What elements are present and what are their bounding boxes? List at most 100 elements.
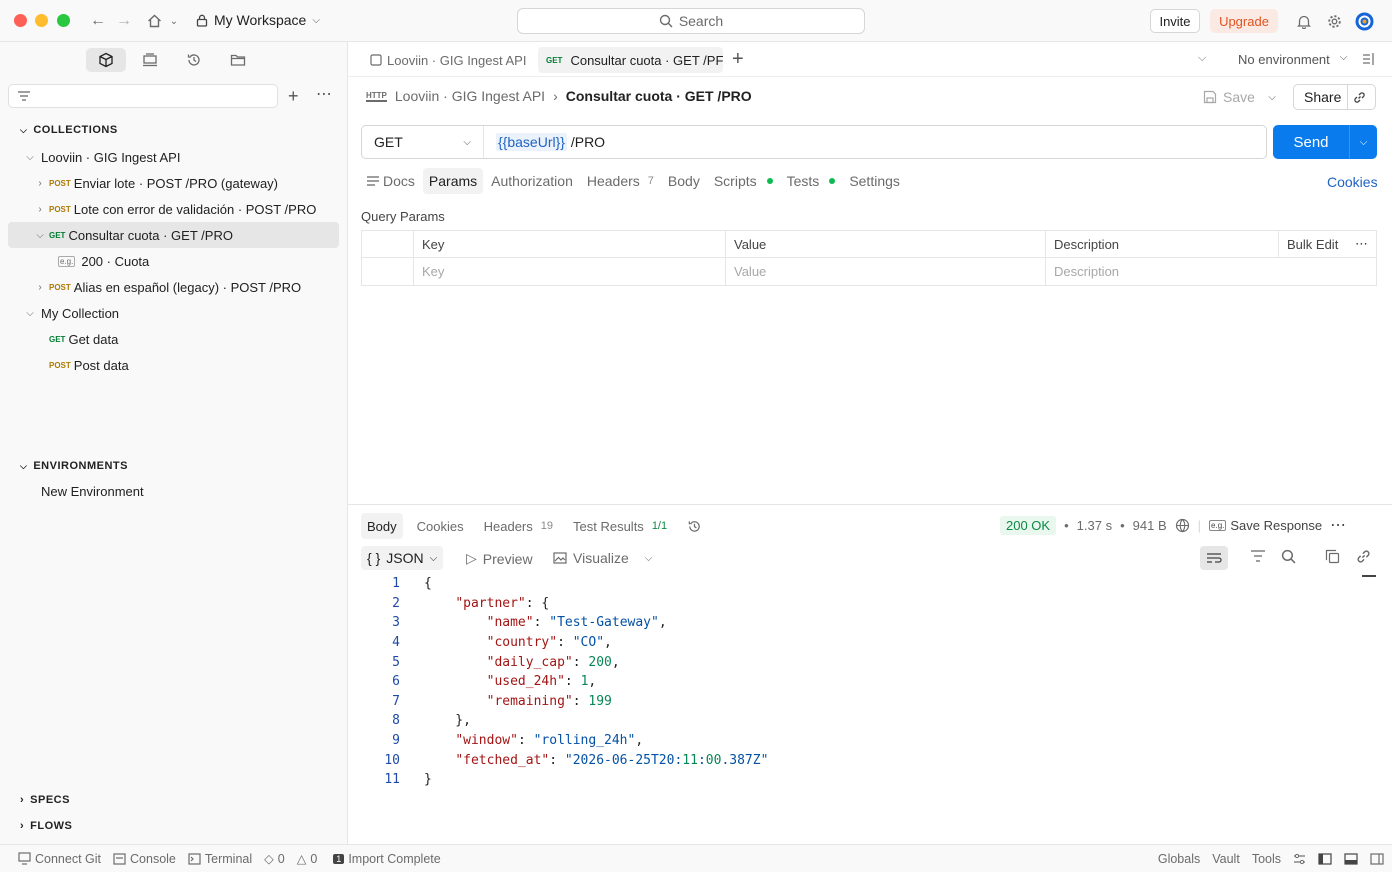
preview-button[interactable]: ▷ Preview (466, 550, 533, 567)
vault-button[interactable]: Vault (1212, 852, 1240, 866)
status-badge[interactable]: 200 OK (1000, 515, 1057, 535)
collections-section-header[interactable]: ⌵ COLLECTIONS (20, 124, 118, 136)
tab-test-results[interactable]: Test Results 1/1 (567, 513, 673, 539)
search-icon[interactable] (1281, 549, 1296, 564)
specs-section-header[interactable]: › SPECS (20, 794, 70, 806)
bell-icon[interactable] (1294, 11, 1314, 31)
upgrade-button[interactable]: Upgrade (1210, 9, 1278, 33)
tabs-dropdown-icon[interactable]: ⌵ (1198, 52, 1206, 65)
tab-docs[interactable]: Docs (361, 168, 421, 194)
link-icon[interactable] (1356, 549, 1371, 564)
save-button[interactable]: Save (1200, 84, 1258, 110)
import-status[interactable]: 1 Import Complete (333, 852, 441, 866)
response-body-code[interactable]: 1{ 2 "partner": { 3 "name": "Test-Gatewa… (362, 574, 1362, 790)
description-input[interactable]: Description (1046, 258, 1376, 285)
filter-icon[interactable] (1250, 550, 1266, 562)
tab-consultar-cuota[interactable]: GET Consultar cuota · GET /PF (538, 47, 723, 73)
tab-looviin[interactable]: Looviin · GIG Ingest API (362, 47, 534, 73)
tab-response-cookies[interactable]: Cookies (411, 513, 470, 539)
environment-quicklook-icon[interactable] (1362, 52, 1376, 66)
folder-icon[interactable] (218, 48, 258, 72)
save-response-button[interactable]: e.g. Save Response (1209, 518, 1322, 533)
save-dropdown-icon[interactable]: ⌵ (1264, 84, 1280, 110)
search-input[interactable]: Search (517, 8, 865, 34)
breadcrumb-parent[interactable]: Looviin · GIG Ingest API (395, 88, 545, 104)
environments-section-header[interactable]: ⌵ ENVIRONMENTS (20, 460, 128, 472)
value-input[interactable]: Value (726, 258, 1046, 285)
key-input[interactable]: Key (414, 258, 726, 285)
request-post-data[interactable]: POST Post data (8, 352, 339, 378)
layout-bottom-icon[interactable] (1344, 852, 1358, 865)
more-options-icon[interactable]: ⋯ (1330, 515, 1346, 535)
request-lote-error[interactable]: › POST Lote con error de validación · PO… (8, 196, 339, 222)
page-title[interactable]: Consultar cuota · GET /PRO (566, 88, 752, 104)
connect-git-button[interactable]: Connect Git (18, 852, 101, 866)
flows-section-header[interactable]: › FLOWS (20, 820, 72, 832)
tools-button[interactable]: Tools (1252, 852, 1281, 866)
request-alias-espanol[interactable]: › POST Alias en español (legacy) · POST … (8, 274, 339, 300)
add-collection-button[interactable]: + (288, 86, 299, 107)
send-dropdown-icon[interactable]: ⌵ (1349, 125, 1377, 159)
home-icon[interactable] (144, 11, 164, 31)
close-window-button[interactable] (14, 14, 27, 27)
tab-authorization[interactable]: Authorization (485, 168, 579, 194)
example-200-cuota[interactable]: e.g. 200 · Cuota (8, 248, 339, 274)
collections-icon[interactable] (86, 48, 126, 72)
invite-button[interactable]: Invite (1150, 9, 1200, 33)
tab-scripts[interactable]: Scripts (708, 168, 779, 194)
tab-params[interactable]: Params (422, 168, 484, 194)
new-tab-button[interactable]: + (732, 48, 744, 71)
layout-right-icon[interactable] (1370, 852, 1384, 865)
environments-icon[interactable] (130, 48, 170, 72)
more-options-icon[interactable]: ⋯ (1355, 236, 1368, 252)
forward-arrow-icon[interactable]: → (114, 11, 134, 31)
terminal-button[interactable]: Terminal (188, 852, 252, 866)
collection-my-collection[interactable]: ⌵ My Collection (8, 300, 339, 326)
tab-response-headers[interactable]: Headers 19 (478, 513, 559, 539)
environment-selector[interactable]: No environment ⌵ (1238, 52, 1347, 67)
filter-input[interactable] (8, 84, 278, 108)
response-size[interactable]: 941 B (1133, 518, 1167, 533)
bulk-edit-button[interactable]: Bulk Edit (1287, 237, 1338, 252)
scrollbar[interactable] (1362, 575, 1376, 577)
globe-icon[interactable] (1175, 518, 1190, 533)
avatar[interactable] (1354, 11, 1374, 31)
back-arrow-icon[interactable]: ← (88, 11, 108, 31)
maximize-window-button[interactable] (57, 14, 70, 27)
send-button[interactable]: Send ⌵ (1273, 125, 1377, 159)
settings-sliders-icon[interactable] (1293, 853, 1306, 865)
errors-indicator[interactable]: ◇ 0 (264, 851, 285, 867)
tab-tests[interactable]: Tests (781, 168, 842, 194)
layout-left-icon[interactable] (1318, 852, 1332, 865)
request-consultar-cuota[interactable]: ⌵ GET Consultar cuota · GET /PRO (8, 222, 339, 248)
wrap-lines-icon[interactable] (1200, 546, 1228, 570)
request-get-data[interactable]: GET Get data (8, 326, 339, 352)
console-button[interactable]: Console (113, 852, 176, 866)
copy-icon[interactable] (1325, 549, 1340, 564)
tab-response-body[interactable]: Body (361, 513, 403, 539)
request-enviar-lote[interactable]: › POST Enviar lote · POST /PRO (gateway) (8, 170, 339, 196)
collection-looviin[interactable]: ⌵ Looviin · GIG Ingest API (8, 144, 339, 170)
visualize-button[interactable]: Visualize ⌵ (553, 550, 652, 566)
tab-body[interactable]: Body (662, 168, 706, 194)
workspace-switcher[interactable]: My Workspace ⌵ (196, 12, 320, 28)
response-time[interactable]: 1.37 s (1077, 518, 1112, 533)
format-select[interactable]: { } JSON ⌵ (361, 546, 444, 570)
more-options-icon[interactable]: ⋯ (316, 84, 332, 104)
tab-settings[interactable]: Settings (843, 168, 906, 194)
link-icon[interactable] (1347, 85, 1371, 109)
share-button[interactable]: Share (1293, 84, 1376, 110)
url-input[interactable]: {{baseUrl}} /PRO (484, 133, 605, 151)
checkbox-cell[interactable] (362, 258, 414, 285)
history-icon[interactable] (174, 48, 214, 72)
method-select[interactable]: GET ⌵ (362, 126, 484, 158)
globals-button[interactable]: Globals (1158, 852, 1200, 866)
chevron-down-icon[interactable]: ⌄ (164, 11, 184, 31)
environment-item[interactable]: New Environment (8, 478, 339, 504)
gear-icon[interactable] (1324, 11, 1344, 31)
minimize-window-button[interactable] (35, 14, 48, 27)
cookies-link[interactable]: Cookies (1327, 174, 1378, 190)
history-icon[interactable] (681, 513, 708, 539)
warnings-indicator[interactable]: △ 0 (297, 851, 318, 867)
tab-headers[interactable]: Headers 7 (581, 168, 660, 194)
